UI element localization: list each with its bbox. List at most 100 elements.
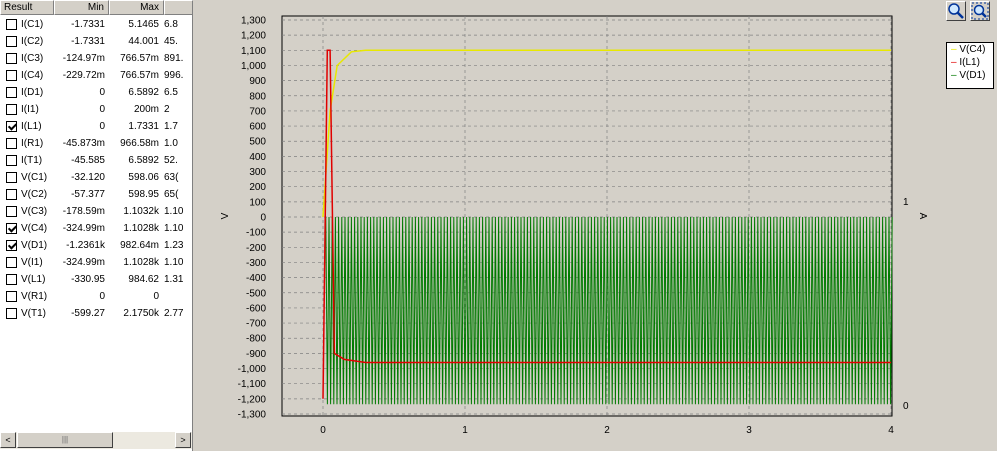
result-extra: 6.8 <box>164 19 178 30</box>
column-header-extra[interactable] <box>164 0 193 15</box>
result-min: 0 <box>99 87 105 98</box>
result-extra: 1.23 <box>164 240 184 251</box>
result-max: 984.62 <box>128 274 159 285</box>
result-max: 6.5892 <box>128 155 159 166</box>
result-checkbox[interactable] <box>6 53 17 64</box>
result-checkbox[interactable] <box>6 19 17 30</box>
zoom-in-button[interactable] <box>946 1 966 21</box>
scrollbar-thumb[interactable]: ||| <box>17 432 113 448</box>
result-name: I(D1) <box>21 87 44 98</box>
result-max: 200m <box>133 104 159 115</box>
result-row[interactable]: V(C3) -178.59m 1.1032k 1.10 <box>0 203 193 220</box>
result-max: 2.1750k <box>123 308 159 319</box>
result-checkbox[interactable] <box>6 189 17 200</box>
result-checkbox[interactable] <box>6 291 17 302</box>
result-name: I(I1) <box>21 104 39 115</box>
result-checkbox[interactable] <box>6 172 17 183</box>
result-name: V(C1) <box>21 172 48 183</box>
result-row[interactable]: V(I1) -324.99m 1.1028k 1.10 <box>0 254 193 271</box>
result-extra: 45. <box>164 36 178 47</box>
scroll-right-button[interactable]: > <box>175 432 191 448</box>
result-extra: 1.10 <box>164 206 184 217</box>
result-checkbox[interactable] <box>6 257 17 268</box>
result-max: 598.95 <box>128 189 159 200</box>
y-tick-label: -1,200 <box>238 394 267 405</box>
y-tick-label: 1,300 <box>241 16 266 27</box>
result-min: -1.7331 <box>71 19 105 30</box>
y-tick-label: -700 <box>246 319 266 330</box>
result-checkbox[interactable] <box>6 240 17 251</box>
y-tick-label: 1,000 <box>241 61 266 72</box>
result-row[interactable]: V(T1) -599.27 2.1750k 2.77 <box>0 305 193 322</box>
result-max: 1.1028k <box>123 223 159 234</box>
result-row[interactable]: I(C2) -1.7331 44.001 45. <box>0 33 193 50</box>
y-right-tick-0: 0 <box>903 401 909 412</box>
result-row[interactable]: V(R1) 0 0 <box>0 288 193 305</box>
result-min: -1.2361k <box>66 240 105 251</box>
result-checkbox[interactable] <box>6 87 17 98</box>
y-tick-label: 300 <box>249 167 266 178</box>
y-tick-label: -400 <box>246 273 266 284</box>
result-row[interactable]: I(D1) 0 6.5892 6.5 <box>0 84 193 101</box>
result-row[interactable]: V(D1) -1.2361k 982.64m 1.23 <box>0 237 193 254</box>
result-extra: 1.31 <box>164 274 184 285</box>
result-row[interactable]: V(C2) -57.377 598.95 65( <box>0 186 193 203</box>
y-tick-label: 1,200 <box>241 31 266 42</box>
result-max: 44.001 <box>128 36 159 47</box>
result-min: -229.72m <box>62 70 105 81</box>
result-row[interactable]: I(C3) -124.97m 766.57m 891. <box>0 50 193 67</box>
result-extra: 2 <box>164 104 170 115</box>
result-row[interactable]: I(I1) 0 200m 2 <box>0 101 193 118</box>
legend-entry-vc4: – V(C4) <box>951 44 986 55</box>
result-name: V(T1) <box>21 308 46 319</box>
y-tick-label: -1,100 <box>238 379 267 390</box>
column-header-min[interactable]: Min <box>54 0 109 15</box>
scroll-left-button[interactable]: < <box>0 432 16 448</box>
result-extra: 1.7 <box>164 121 178 132</box>
result-extra: 63( <box>164 172 179 183</box>
result-name: V(R1) <box>21 291 48 302</box>
result-name: I(R1) <box>21 138 44 149</box>
x-tick-label: 0 <box>320 425 326 436</box>
result-row[interactable]: V(C1) -32.120 598.06 63( <box>0 169 193 186</box>
result-extra: 2.77 <box>164 308 184 319</box>
result-checkbox[interactable] <box>6 104 17 115</box>
result-min: -324.99m <box>62 223 105 234</box>
column-header-result[interactable]: Result <box>0 0 54 15</box>
result-extra: 891. <box>164 53 184 64</box>
results-panel: Result Min Max I(C1) -1.7331 5.1465 6.8 I(C2… <box>0 0 193 451</box>
result-row[interactable]: I(L1) 0 1.7331 1.7 <box>0 118 193 135</box>
result-checkbox[interactable] <box>6 155 17 166</box>
result-checkbox[interactable] <box>6 138 17 149</box>
result-min: -45.585 <box>71 155 105 166</box>
result-checkbox[interactable] <box>6 308 17 319</box>
x-tick-label: 2 <box>604 425 610 436</box>
result-row[interactable]: I(C1) -1.7331 5.1465 6.8 <box>0 16 193 33</box>
result-min: -45.873m <box>62 138 105 149</box>
result-checkbox[interactable] <box>6 206 17 217</box>
result-checkbox[interactable] <box>6 121 17 132</box>
result-row[interactable]: I(C4) -229.72m 766.57m 996. <box>0 67 193 84</box>
result-checkbox[interactable] <box>6 70 17 81</box>
y-tick-label: 800 <box>249 91 266 102</box>
result-extra: 52. <box>164 155 178 166</box>
result-row[interactable]: I(T1) -45.585 6.5892 52. <box>0 152 193 169</box>
chart-legend: – V(C4) – I(L1) – V(D1) <box>946 42 994 89</box>
result-checkbox[interactable] <box>6 36 17 47</box>
column-header-max[interactable]: Max <box>109 0 164 15</box>
result-name: I(C2) <box>21 36 44 47</box>
result-checkbox[interactable] <box>6 223 17 234</box>
result-max: 1.7331 <box>128 121 159 132</box>
y-tick-label: -800 <box>246 334 266 345</box>
result-row[interactable]: V(C4) -324.99m 1.1028k 1.10 <box>0 220 193 237</box>
y-tick-label: 400 <box>249 152 266 163</box>
zoom-fit-button[interactable] <box>970 1 990 21</box>
result-checkbox[interactable] <box>6 274 17 285</box>
horizontal-scrollbar[interactable]: < ||| > <box>0 432 192 449</box>
y-tick-label: 600 <box>249 122 266 133</box>
result-row[interactable]: I(R1) -45.873m 966.58m 1.0 <box>0 135 193 152</box>
waveform-chart[interactable]: 1,3001,2001,1001,00090080070060050040030… <box>194 0 997 451</box>
results-header: Result Min Max <box>0 0 193 15</box>
result-row[interactable]: V(L1) -330.95 984.62 1.31 <box>0 271 193 288</box>
result-name: I(C4) <box>21 70 44 81</box>
